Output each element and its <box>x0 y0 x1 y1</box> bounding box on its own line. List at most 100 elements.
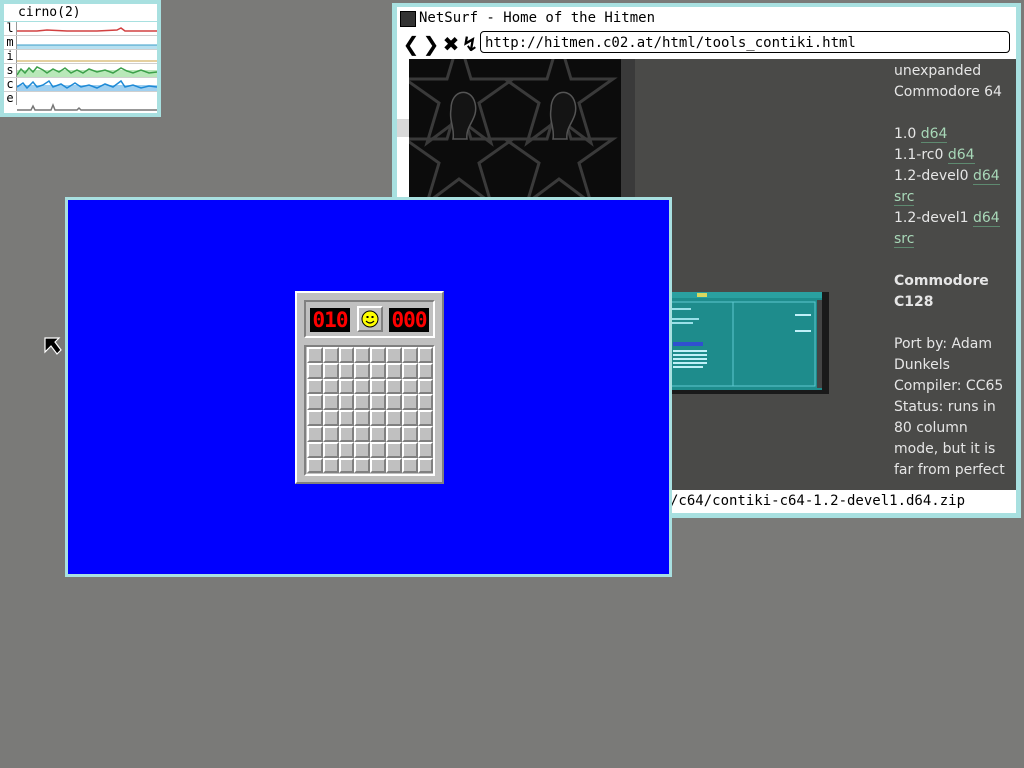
d64-link[interactable]: d64 <box>972 210 1000 227</box>
mine-cell[interactable] <box>370 394 386 411</box>
mine-cell[interactable] <box>354 347 371 363</box>
mine-cell[interactable] <box>401 457 418 474</box>
contiki-sidebar: unexpanded Commodore 64 1.0 d64 1.1-rc0 … <box>894 61 1014 481</box>
sidebar-line: Compiler: CC65 <box>894 378 1004 394</box>
mine-cell[interactable] <box>385 362 402 379</box>
mine-cell[interactable] <box>401 425 418 442</box>
mine-cell[interactable] <box>354 441 371 458</box>
mine-cell[interactable] <box>417 378 434 395</box>
mine-cell[interactable] <box>354 394 371 411</box>
mine-cell[interactable] <box>401 347 418 363</box>
mine-cell[interactable] <box>354 378 371 395</box>
mine-cell[interactable] <box>307 457 323 474</box>
mine-cell[interactable] <box>307 425 323 442</box>
back-icon[interactable]: ❮ <box>401 32 421 56</box>
reload-icon[interactable]: ↯ <box>460 32 480 56</box>
release-row: 1.1-rc0 d64 <box>894 145 1014 166</box>
frame-scrollbar-thumb[interactable] <box>397 119 409 137</box>
mine-cell[interactable] <box>370 441 386 458</box>
release-version: 1.1-rc0 <box>894 147 944 163</box>
mine-cell[interactable] <box>338 457 355 474</box>
memory-graph <box>17 44 157 49</box>
mine-cell[interactable] <box>322 441 339 458</box>
mine-cell[interactable] <box>370 378 386 395</box>
sidebar-line: Status: runs in <box>894 399 996 415</box>
banner-edge <box>621 59 635 199</box>
mine-cell[interactable] <box>401 394 418 411</box>
stats-window-titlebar[interactable]: cirno(2) <box>4 4 157 21</box>
url-bar[interactable]: http://hitmen.c02.at/html/tools_contiki.… <box>480 31 1010 53</box>
mine-cell[interactable] <box>385 425 402 442</box>
forward-icon[interactable]: ❯ <box>421 32 441 56</box>
mine-cell[interactable] <box>322 410 339 426</box>
mine-cell[interactable] <box>401 362 418 379</box>
mine-cell[interactable] <box>338 425 355 442</box>
mine-cell[interactable] <box>322 347 339 363</box>
mine-cell[interactable] <box>338 394 355 411</box>
d64-link[interactable]: d64 <box>947 147 975 164</box>
sidebar-line: mode, but it is <box>894 441 996 457</box>
netsurf-titlebar[interactable]: NetSurf - Home of the Hitmen <box>397 7 1016 29</box>
contiki-screenshot-image[interactable] <box>667 292 829 394</box>
mine-cell[interactable] <box>338 441 355 458</box>
mine-cell[interactable] <box>417 347 434 363</box>
mine-cell[interactable] <box>370 362 386 379</box>
mine-cell[interactable] <box>338 362 355 379</box>
d64-link[interactable]: d64 <box>972 168 1000 185</box>
mine-cell[interactable] <box>338 347 355 363</box>
mine-cell[interactable] <box>354 457 371 474</box>
mine-grid <box>304 345 435 476</box>
mine-cell[interactable] <box>401 410 418 426</box>
src-link[interactable]: src <box>894 231 915 248</box>
mine-cell[interactable] <box>385 394 402 411</box>
new-game-button[interactable] <box>357 306 383 332</box>
d64-link[interactable]: d64 <box>920 126 948 143</box>
mine-cell[interactable] <box>307 441 323 458</box>
mine-counter: 010 <box>310 308 350 332</box>
interrupts-graph <box>17 60 157 62</box>
mine-cell[interactable] <box>417 441 434 458</box>
mine-cell[interactable] <box>354 362 371 379</box>
mine-cell[interactable] <box>370 410 386 426</box>
src-link[interactable]: src <box>894 189 915 206</box>
mine-cell[interactable] <box>385 441 402 458</box>
mine-cell[interactable] <box>385 410 402 426</box>
release-version: 1.2-devel1 <box>894 210 969 226</box>
mine-cell[interactable] <box>370 347 386 363</box>
mine-cell[interactable] <box>417 394 434 411</box>
mine-cell[interactable] <box>322 457 339 474</box>
mine-cell[interactable] <box>307 362 323 379</box>
mine-cell[interactable] <box>370 425 386 442</box>
mine-cell[interactable] <box>322 425 339 442</box>
mine-cell[interactable] <box>338 410 355 426</box>
netsurf-app-icon <box>400 11 416 27</box>
mine-cell[interactable] <box>401 441 418 458</box>
section-heading: Commodore <box>894 273 989 289</box>
mine-cell[interactable] <box>417 425 434 442</box>
mine-cell[interactable] <box>417 362 434 379</box>
mine-cell[interactable] <box>322 378 339 395</box>
mine-cell[interactable] <box>322 394 339 411</box>
release-version: 1.0 <box>894 126 917 142</box>
sidebar-line: 80 column <box>894 420 968 436</box>
mine-cell[interactable] <box>417 457 434 474</box>
mine-cell[interactable] <box>401 378 418 395</box>
mine-cell[interactable] <box>307 378 323 395</box>
graph-row-swap: s <box>4 64 157 78</box>
mine-cell[interactable] <box>307 394 323 411</box>
stop-icon[interactable]: ✖ <box>441 32 461 56</box>
mine-cell[interactable] <box>354 410 371 426</box>
mine-cell[interactable] <box>417 410 434 426</box>
mine-cell[interactable] <box>307 410 323 426</box>
mine-cell[interactable] <box>385 378 402 395</box>
load-graph <box>17 27 157 32</box>
mine-cell[interactable] <box>354 425 371 442</box>
mine-cell[interactable] <box>385 457 402 474</box>
timer: 000 <box>389 308 429 332</box>
mine-cell[interactable] <box>385 347 402 363</box>
mine-cell[interactable] <box>307 347 323 363</box>
mine-cell[interactable] <box>322 362 339 379</box>
mine-cell[interactable] <box>370 457 386 474</box>
mine-cell[interactable] <box>338 378 355 395</box>
sidebar-line: Dunkels <box>894 357 950 373</box>
